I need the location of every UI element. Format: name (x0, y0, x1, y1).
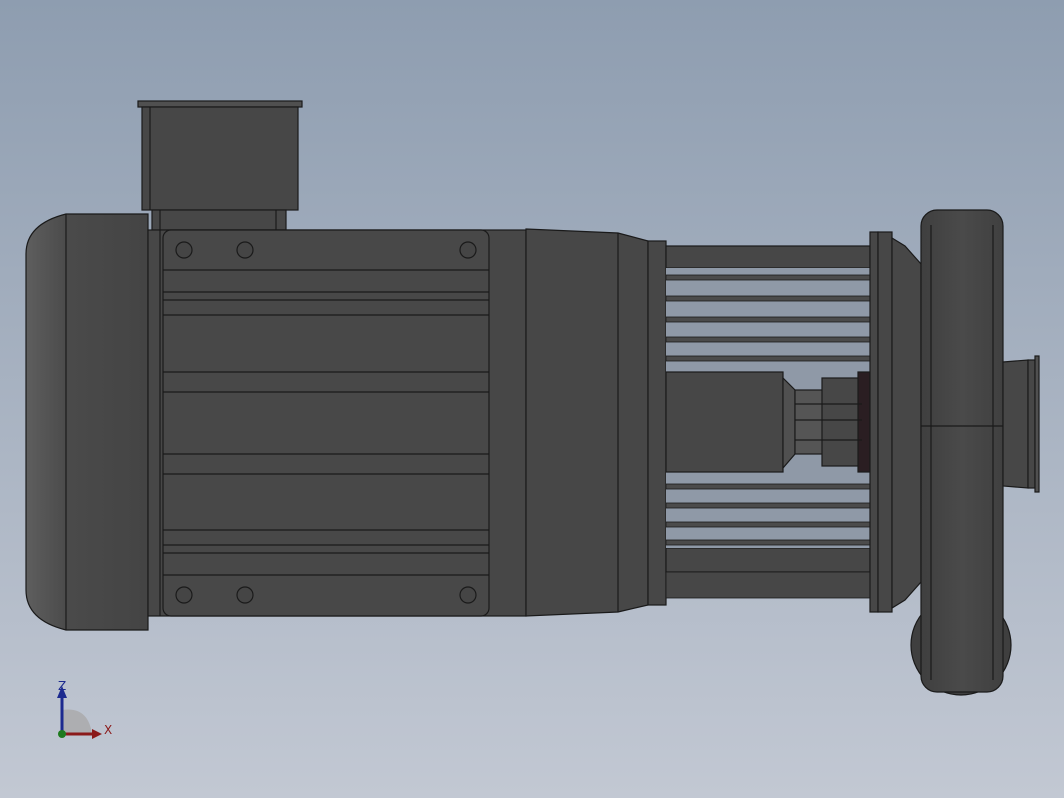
cooling-fin-panel (162, 229, 490, 617)
axis-triad[interactable]: Z X (50, 676, 120, 746)
3d-viewport[interactable]: Z X (0, 0, 1064, 798)
end-shield[interactable] (525, 228, 667, 617)
terminal-box[interactable] (137, 100, 303, 245)
shaft-coupling[interactable] (665, 371, 871, 473)
pump-outlet[interactable] (1002, 355, 1040, 493)
y-axis-origin (58, 730, 66, 738)
pump-flange[interactable] (869, 231, 922, 613)
x-axis-label: X (104, 723, 112, 737)
x-axis-arrow (92, 729, 102, 739)
fan-cover[interactable] (25, 213, 149, 631)
z-axis-label: Z (58, 679, 66, 693)
pump-motor-model[interactable] (0, 0, 1064, 798)
pump-volute[interactable] (910, 209, 1012, 696)
triad-plane (62, 709, 92, 734)
